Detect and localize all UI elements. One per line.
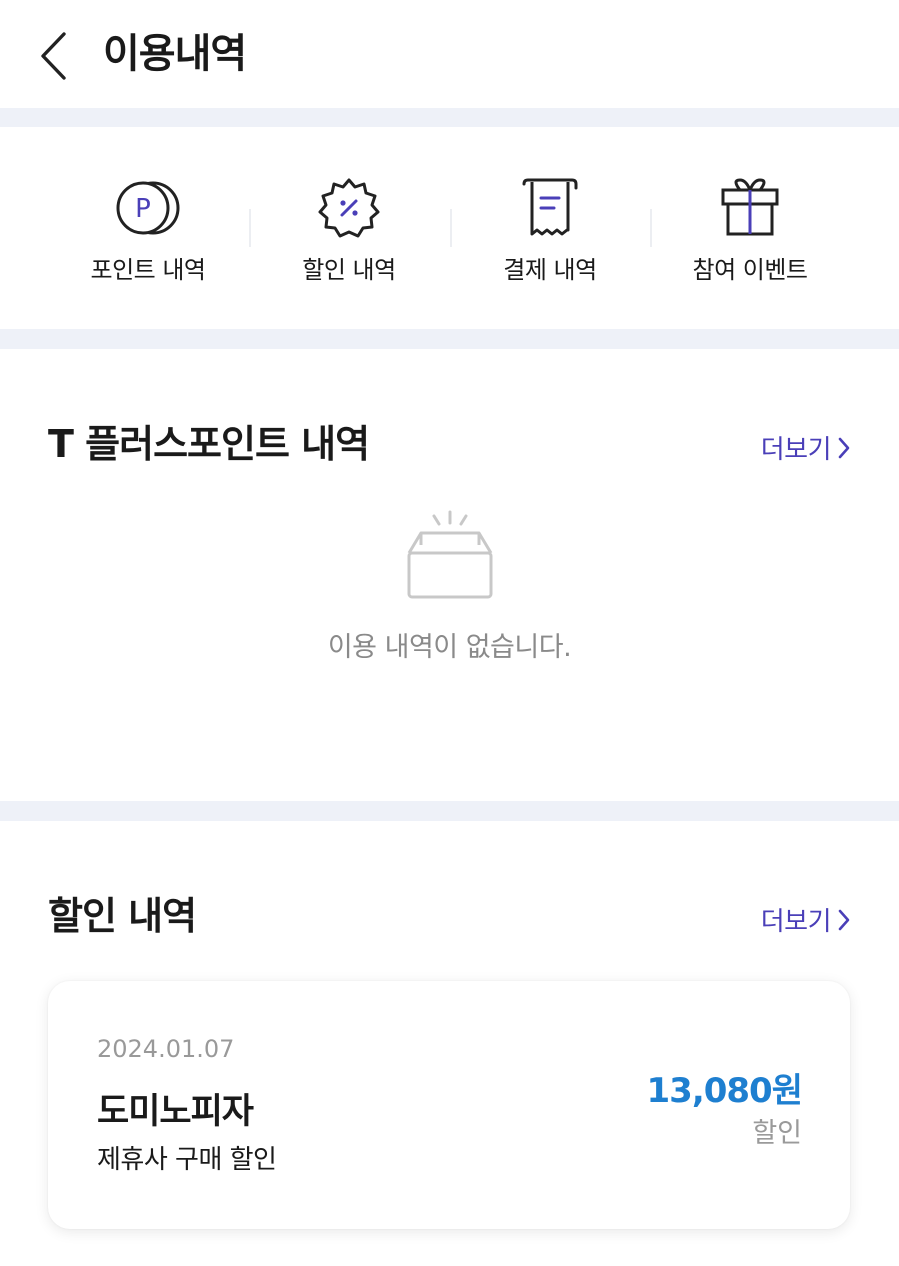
more-link-label: 더보기 (760, 435, 832, 465)
quick-menu-label: 포인트 내역 (90, 256, 206, 284)
empty-box-icon (407, 510, 492, 599)
svg-text:P: P (135, 194, 151, 224)
quick-menu: P 포인트 내역 할인 내역 결제 내역 참여 이벤트 (0, 127, 899, 329)
page-title: 이용내역 (103, 31, 247, 77)
points-history-section: T 플러스포인트 내역 더보기 이용 내역이 없습니다. (0, 349, 899, 801)
quick-menu-event-participation[interactable]: 참여 이벤트 (650, 173, 850, 293)
section-divider (0, 108, 899, 127)
empty-state-text: 이용 내역이 없습니다. (327, 632, 572, 663)
receipt-icon (515, 173, 585, 243)
quick-menu-label: 결제 내역 (503, 256, 597, 284)
discount-badge-icon (314, 173, 384, 243)
quick-menu-label: 할인 내역 (302, 256, 396, 284)
section-title: T 플러스포인트 내역 (48, 422, 370, 466)
more-link[interactable]: 더보기 (761, 901, 851, 938)
point-coin-icon: P (113, 173, 183, 243)
quick-menu-discount-history[interactable]: 할인 내역 (249, 173, 449, 293)
chevron-left-icon (41, 32, 66, 80)
transaction-description: 제휴사 구매 할인 (97, 1145, 277, 1175)
app-header: 이용내역 (0, 0, 899, 108)
chevron-right-icon (837, 436, 851, 460)
quick-menu-payment-history[interactable]: 결제 내역 (450, 173, 650, 293)
more-link-label: 더보기 (760, 907, 832, 937)
discount-history-card[interactable]: 2024.01.07 도미노피자 제휴사 구매 할인 13,080원 할인 (48, 981, 850, 1229)
transaction-date: 2024.01.07 (97, 1035, 235, 1063)
discount-amount: 13,080원 (646, 1071, 803, 1111)
gift-icon (715, 173, 785, 243)
merchant-name: 도미노피자 (97, 1092, 254, 1132)
section-title: 할인 내역 (48, 894, 197, 938)
section-divider (0, 801, 899, 821)
quick-menu-point-history[interactable]: P 포인트 내역 (48, 173, 248, 293)
quick-menu-label: 참여 이벤트 (692, 256, 808, 284)
discount-amount-label: 할인 (752, 1118, 802, 1149)
back-button[interactable] (30, 28, 76, 84)
section-divider (0, 329, 899, 349)
empty-state: 이용 내역이 없습니다. (0, 509, 899, 664)
more-link[interactable]: 더보기 (761, 429, 851, 466)
chevron-right-icon (837, 908, 851, 932)
